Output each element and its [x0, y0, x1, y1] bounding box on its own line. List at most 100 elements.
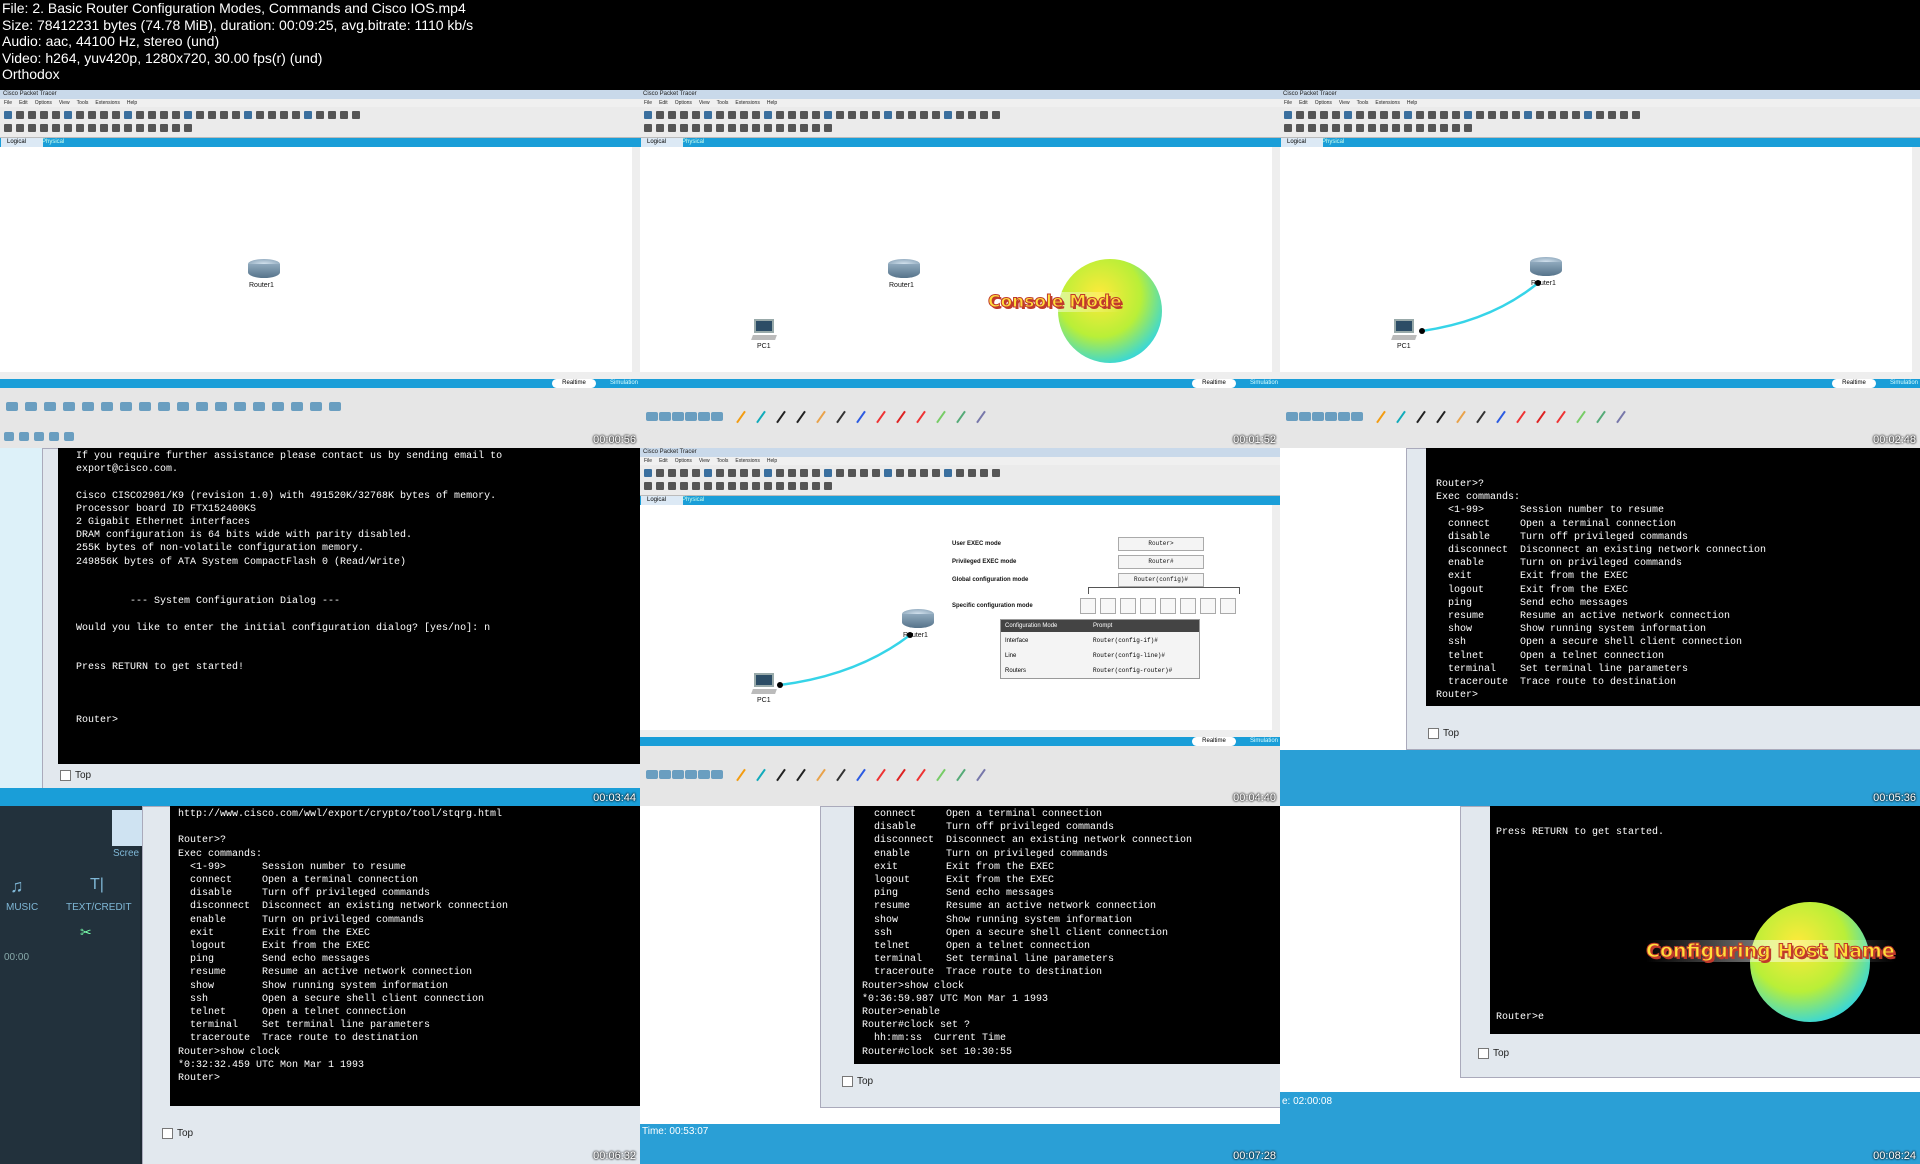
tool-icon[interactable] [752, 111, 760, 119]
cable-icon[interactable] [916, 768, 926, 782]
menu-item[interactable]: Help [1407, 100, 1417, 106]
physical-tab[interactable]: Physical [682, 496, 704, 505]
tool-icon[interactable] [752, 482, 760, 490]
tool-icon[interactable] [1404, 111, 1412, 119]
realtime-tab[interactable]: Realtime [1192, 737, 1236, 746]
pc-icon[interactable] [751, 319, 777, 341]
cable-icon[interactable] [796, 410, 806, 424]
logical-tab[interactable]: Logical [1281, 138, 1323, 147]
tool-icon[interactable] [1296, 124, 1304, 132]
tool-icon[interactable] [160, 111, 168, 119]
device-icon[interactable] [1338, 412, 1350, 421]
menu-item[interactable]: Options [675, 458, 692, 464]
cable-icon[interactable] [936, 768, 946, 782]
tool-icon[interactable] [908, 111, 916, 119]
tool-icon[interactable] [1368, 124, 1376, 132]
tool-icon[interactable] [692, 124, 700, 132]
device-icon[interactable] [25, 402, 37, 411]
cable-icon[interactable] [856, 410, 866, 424]
tool-icon[interactable] [232, 111, 240, 119]
tool-icon[interactable] [692, 482, 700, 490]
tool-icon[interactable] [644, 111, 652, 119]
tool-icon[interactable] [944, 111, 952, 119]
tool-icon[interactable] [788, 469, 796, 477]
console-cable[interactable] [1280, 147, 1912, 372]
tool-icon[interactable] [52, 124, 60, 132]
tool-icon[interactable] [752, 469, 760, 477]
tool-icon[interactable] [4, 124, 12, 132]
cable-icon[interactable] [776, 768, 786, 782]
top-checkbox[interactable]: Top [162, 1128, 193, 1139]
tool-icon[interactable] [716, 482, 724, 490]
cable-icon[interactable] [856, 768, 866, 782]
device-icon[interactable] [234, 402, 246, 411]
tool-icon[interactable] [944, 469, 952, 477]
device-icon[interactable] [1351, 412, 1363, 421]
tool-icon[interactable] [1332, 124, 1340, 132]
menu-item[interactable]: Help [127, 100, 137, 106]
menu-item[interactable]: Options [1315, 100, 1332, 106]
workspace-canvas[interactable]: Router1 PC1 [1280, 147, 1912, 372]
cable-icon[interactable] [896, 410, 906, 424]
tool-icon[interactable] [160, 124, 168, 132]
logical-tab[interactable]: Logical [1, 138, 43, 147]
horizontal-scrollbar[interactable] [640, 730, 1280, 737]
tool-icon[interactable] [112, 124, 120, 132]
menu-item[interactable]: View [699, 458, 710, 464]
tool-icon[interactable] [872, 469, 880, 477]
tool-icon[interactable] [860, 111, 868, 119]
tool-icon[interactable] [1332, 111, 1340, 119]
tool-icon[interactable] [644, 469, 652, 477]
text-credit-label[interactable]: TEXT/CREDIT [66, 902, 132, 913]
tool-icon[interactable] [196, 111, 204, 119]
tool-icon[interactable] [728, 469, 736, 477]
tool-icon[interactable] [28, 124, 36, 132]
tool-icon[interactable] [340, 111, 348, 119]
device-icon[interactable] [646, 770, 658, 779]
tool-icon[interactable] [1464, 124, 1472, 132]
tool-icon[interactable] [64, 111, 72, 119]
cable-icon[interactable] [1376, 410, 1386, 424]
tool-icon[interactable] [124, 124, 132, 132]
tool-icon[interactable] [1296, 111, 1304, 119]
tool-icon[interactable] [692, 111, 700, 119]
tool-icon[interactable] [776, 469, 784, 477]
cable-icon[interactable] [816, 768, 826, 782]
tool-icon[interactable] [764, 124, 772, 132]
tool-icon[interactable] [100, 124, 108, 132]
tool-icon[interactable] [848, 469, 856, 477]
tool-icon[interactable] [1620, 111, 1628, 119]
workspace-canvas[interactable]: Router1 PC1 User EXEC mode Router> Privilege… [640, 505, 1272, 730]
music-icon[interactable]: ♫ [10, 876, 24, 897]
menu-item[interactable]: Edit [1299, 100, 1308, 106]
tool-icon[interactable] [968, 111, 976, 119]
device-icon[interactable] [158, 402, 170, 411]
tool-icon[interactable] [860, 469, 868, 477]
tool-icon[interactable] [1320, 124, 1328, 132]
tool-icon[interactable] [644, 482, 652, 490]
tool-icon[interactable] [1380, 124, 1388, 132]
device-icon[interactable] [685, 770, 697, 779]
scissors-icon[interactable]: ✂ [80, 924, 92, 941]
tool-icon[interactable] [656, 111, 664, 119]
tool-icon[interactable] [692, 469, 700, 477]
tool-icon[interactable] [704, 111, 712, 119]
tool-icon[interactable] [836, 469, 844, 477]
thumbnail-8[interactable]: connect Open a terminal connection disab… [640, 806, 1280, 1164]
tool-icon[interactable] [1308, 111, 1316, 119]
tool-icon[interactable] [668, 111, 676, 119]
thumbnail-1[interactable]: Cisco Packet Tracer File Edit Options View To… [0, 90, 640, 448]
tool-icon[interactable] [1440, 111, 1448, 119]
tool-icon[interactable] [932, 469, 940, 477]
tool-icon[interactable] [244, 111, 252, 119]
tool-icon[interactable] [28, 111, 36, 119]
tool-icon[interactable] [716, 124, 724, 132]
tool-icon[interactable] [728, 111, 736, 119]
device-icon[interactable] [49, 432, 59, 441]
menu-item[interactable]: Help [767, 100, 777, 106]
cable-icon[interactable] [1616, 410, 1626, 424]
tool-icon[interactable] [52, 111, 60, 119]
device-icon[interactable] [44, 402, 56, 411]
workspace-canvas[interactable]: Router1 PC1 Console Mode [640, 147, 1272, 372]
tool-icon[interactable] [1356, 111, 1364, 119]
